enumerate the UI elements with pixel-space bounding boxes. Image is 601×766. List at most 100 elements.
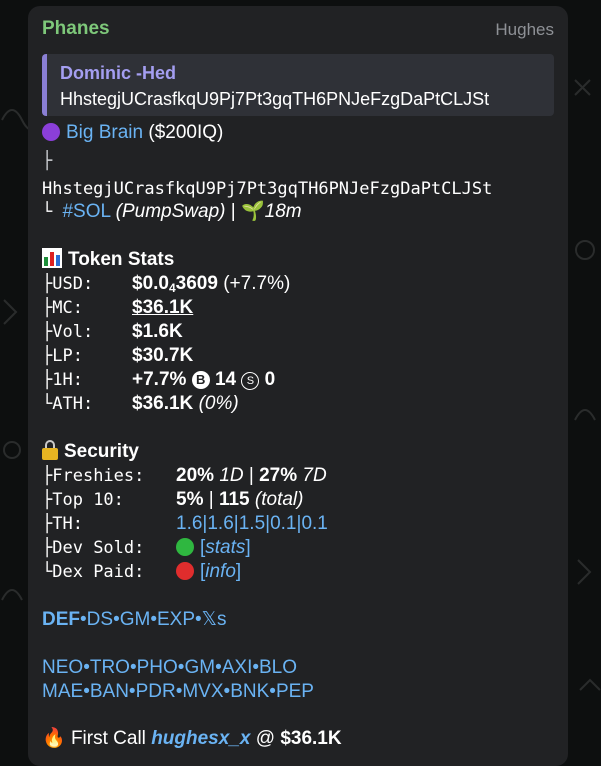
security-label: TH: [52,514,83,534]
ath-value: $36.1K [132,393,194,414]
reply-quote[interactable]: Dominic -Hed HhstegjUCrasfkqU9Pj7Pt3gqTH… [42,54,554,116]
tree-branch: ├ [42,274,53,294]
usd-value-zero-count: 4 [168,281,176,295]
stat-label: USD: [52,274,94,294]
token-chain-line: └ #SOL (PumpSwap) | 🌱18m [42,200,302,224]
tree-branch: ├ [42,490,53,510]
security-label: Dev Sold: [52,538,145,558]
security-title: Security [64,441,139,462]
stat-label: MC: [52,298,83,318]
stat-label: LP: [52,346,83,366]
seedling-icon: 🌱 [240,201,265,222]
message-signature: Hughes [495,20,554,39]
usd-value: $0.0 [132,273,169,294]
freshies-7d-suffix: 7D [302,465,327,486]
security-top10: ├Top 10: 5% | 115 (total) [42,488,303,512]
link-blo[interactable]: BLO [259,657,297,678]
tree-branch: ├ [42,370,53,390]
sells-icon: S [241,372,260,390]
link-gm[interactable]: GM [184,657,215,678]
chart-icon [42,248,62,268]
reply-author: Dominic -Hed [60,63,177,83]
th-value-link[interactable]: 0.1 [301,513,327,534]
dev-sold-stats-link[interactable]: stats [205,537,245,558]
security-th: ├TH: 1.6|1.6|1.5|0.1|0.1 [42,512,328,536]
dex-paid-info-link[interactable]: info [205,561,236,582]
stat-usd: ├USD: $0.043609 (+7.7%) [42,272,290,296]
link-xs[interactable]: 𝕏s [202,609,227,630]
ath-pct: (0%) [198,393,239,414]
security-dev-sold: ├Dev Sold: [stats] [42,537,251,558]
th-value-link[interactable]: 1.6 [207,513,233,534]
link-tro[interactable]: TRO [90,657,130,678]
stat-lp: ├LP: $30.7K [42,344,193,368]
tree-branch: ├ [42,298,53,318]
top10-pct: 5% [176,489,204,510]
security-label: Top 10: [52,490,124,510]
top10-total-suffix: (total) [254,489,304,510]
buys-icon: B [191,371,210,389]
mc-value[interactable]: $36.1K [132,296,193,320]
h1-change: +7.7% [132,369,187,390]
tree-corner: └ [42,394,53,414]
link-pep[interactable]: PEP [276,681,314,702]
link-bnk[interactable]: BNK [230,681,269,702]
token-name-line: Big Brain ($200IQ) [42,121,223,145]
at-sign: @ [255,728,276,749]
link-ban[interactable]: BAN [90,681,129,702]
separator: | [208,489,214,510]
link-def[interactable]: DEF [42,609,80,630]
freshies-1d: 20% [176,465,215,486]
link-exp[interactable]: EXP [157,609,195,630]
token-ticker: ($200IQ) [148,122,224,143]
link-pdr[interactable]: PDR [136,681,176,702]
token-age: 18m [264,201,302,222]
stat-ath: └ATH: $36.1K (0%) [42,392,239,416]
h1-buys: 14 [214,369,237,390]
token-name-link[interactable]: Big Brain [66,122,143,143]
first-call-user-link[interactable]: hughesx_x [151,728,250,749]
tree-branch: ├ [42,538,53,558]
top10-total: 115 [218,489,250,510]
tree-branch: ├ [42,346,53,366]
th-value-link[interactable]: 1.6 [176,513,202,534]
first-call-value: $36.1K [280,728,342,749]
security-freshies: ├Freshies: 20% 1D | 27% 7D [42,464,327,488]
purple-circle-icon [42,123,60,141]
link-neo[interactable]: NEO [42,657,83,678]
th-value-link[interactable]: 1.5 [239,513,265,534]
first-call-label: First Call [70,728,146,749]
link-axi[interactable]: AXI [222,657,253,678]
security-title-line: Security [42,440,139,464]
reply-text: HhstegjUCrasfkqU9Pj7Pt3gqTH6PNJeFzgDaPtC… [60,89,490,109]
chain-hashtag[interactable]: #SOL [62,201,110,222]
first-call-line: 🔥 First Call hughesx_x @ $36.1K [42,727,342,751]
usd-value-rest: 3609 [175,273,218,294]
tree-corner: └ [42,562,53,582]
th-value-link[interactable]: 0.1 [270,513,296,534]
sender-name[interactable]: Phanes [42,18,110,40]
link-ds[interactable]: DS [87,609,113,630]
freshies-7d: 27% [259,465,298,486]
token-stats-title-line: Token Stats [42,248,174,272]
separator: | [230,201,236,222]
link-pho[interactable]: PHO [137,657,178,678]
tree-branch: ├ [42,466,53,486]
green-circle-icon [176,538,194,556]
freshies-1d-suffix: 1D [219,465,244,486]
links-row-3: MAE•BAN•PDR•MVX•BNK•PEP [42,681,314,702]
links-row-2: NEO•TRO•PHO•GM•AXI•BLO [42,657,298,678]
stat-label: ATH: [52,394,94,414]
security-dex-paid: └Dex Paid: [info] [42,561,242,582]
message-header: Phanes Hughes [42,18,554,42]
link-mae[interactable]: MAE [42,681,83,702]
link-gm[interactable]: GM [120,609,151,630]
message-bubble: Phanes Hughes Dominic -Hed HhstegjUCrasf… [28,6,568,766]
red-circle-icon [176,562,194,580]
stat-1h: ├1H: +7.7% B 14 S 0 [42,368,275,392]
link-mvx[interactable]: MVX [182,681,223,702]
vol-value: $1.6K [132,321,183,342]
token-address[interactable]: HhstegjUCrasfkqU9Pj7Pt3gqTH6PNJeFzgDaPtC… [42,177,492,201]
th-values: 1.6|1.6|1.5|0.1|0.1 [176,513,328,534]
links-row-1: DEF•DS•GM•EXP•𝕏s [42,609,227,630]
